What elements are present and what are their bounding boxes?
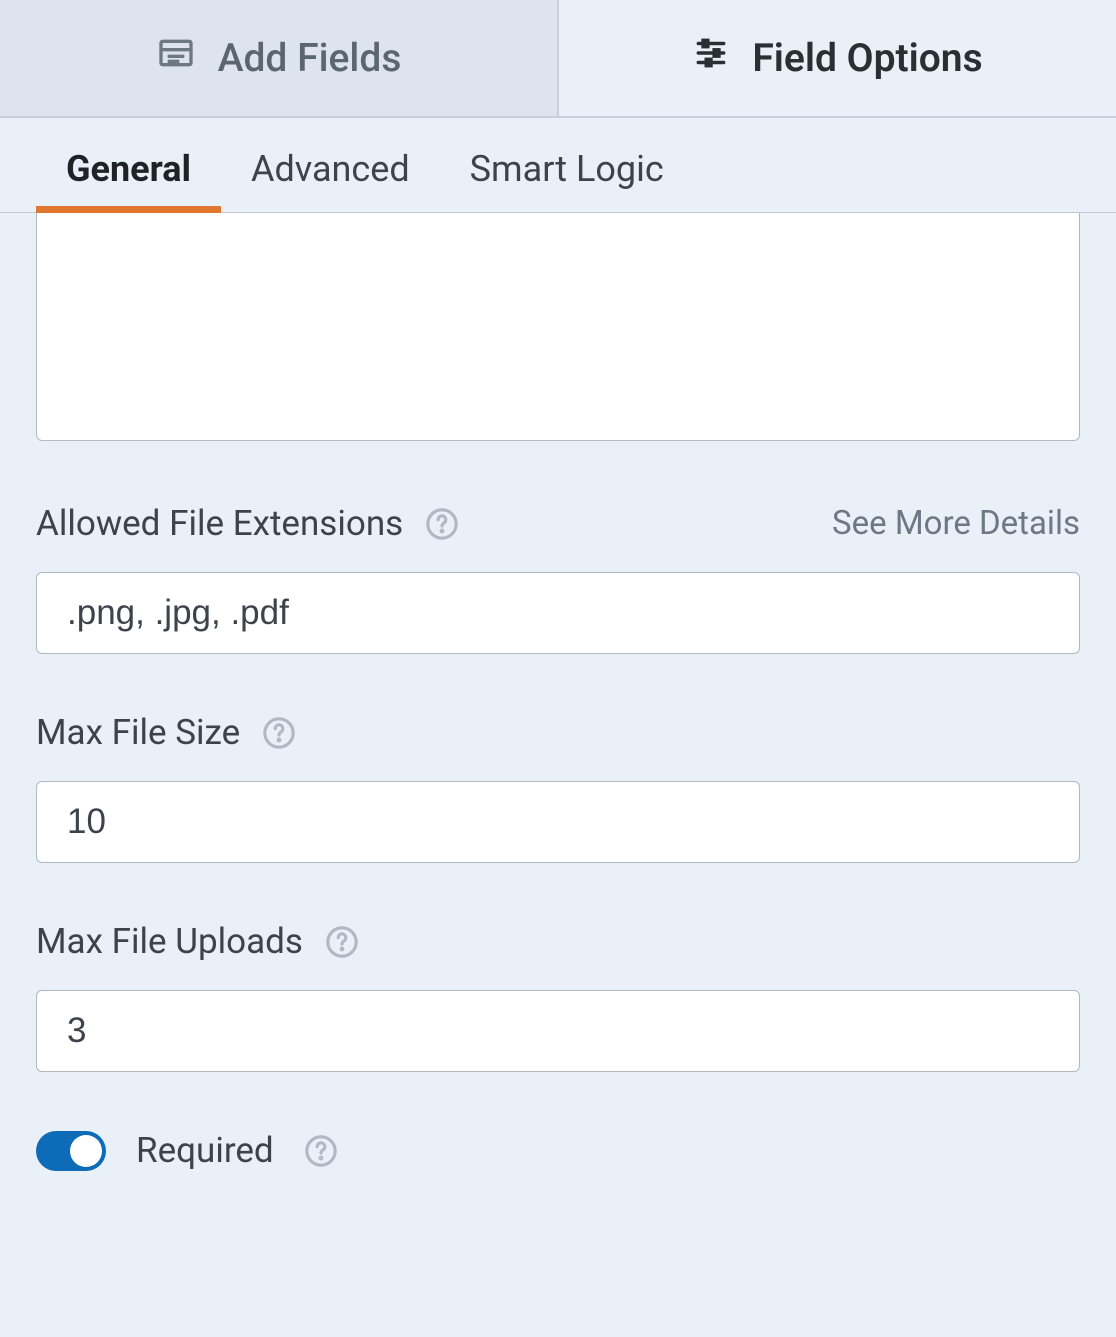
tab-add-fields-label: Add Fields xyxy=(218,35,402,81)
max-file-uploads-input[interactable] xyxy=(36,990,1080,1072)
max-file-size-label: Max File Size xyxy=(36,712,240,753)
required-label: Required xyxy=(136,1130,274,1171)
max-file-uploads-label: Max File Uploads xyxy=(36,921,303,962)
toggle-knob xyxy=(70,1135,102,1167)
allowed-extensions-input[interactable] xyxy=(36,572,1080,654)
help-icon[interactable] xyxy=(304,1134,338,1168)
sub-tabs: General Advanced Smart Logic xyxy=(0,118,1116,213)
max-file-uploads-block: Max File Uploads xyxy=(36,921,1080,1072)
see-more-details-link[interactable]: See More Details xyxy=(832,504,1080,543)
sub-tab-smart-logic[interactable]: Smart Logic xyxy=(470,148,664,212)
tab-field-options[interactable]: Field Options xyxy=(559,0,1116,116)
form-icon xyxy=(156,33,196,83)
help-icon[interactable] xyxy=(425,507,459,541)
allowed-extensions-label: Allowed File Extensions xyxy=(36,503,403,544)
allowed-extensions-label-row: Allowed File Extensions See More Details xyxy=(36,503,1080,544)
sub-tab-advanced[interactable]: Advanced xyxy=(251,148,410,212)
max-file-size-input[interactable] xyxy=(36,781,1080,863)
sub-tab-general[interactable]: General xyxy=(66,148,191,212)
required-row: Required xyxy=(36,1130,1080,1171)
sliders-icon xyxy=(692,34,730,82)
field-options-panel: Allowed File Extensions See More Details… xyxy=(0,213,1116,1207)
max-file-uploads-label-row: Max File Uploads xyxy=(36,921,1080,962)
max-file-size-label-row: Max File Size xyxy=(36,712,1080,753)
required-toggle[interactable] xyxy=(36,1131,106,1171)
help-icon[interactable] xyxy=(262,716,296,750)
primary-tabs: Add Fields Field Options xyxy=(0,0,1116,118)
allowed-extensions-block: Allowed File Extensions See More Details xyxy=(36,503,1080,654)
description-textarea[interactable] xyxy=(36,213,1080,441)
tab-field-options-label: Field Options xyxy=(752,35,982,81)
help-icon[interactable] xyxy=(325,925,359,959)
tab-add-fields[interactable]: Add Fields xyxy=(0,0,559,116)
max-file-size-block: Max File Size xyxy=(36,712,1080,863)
